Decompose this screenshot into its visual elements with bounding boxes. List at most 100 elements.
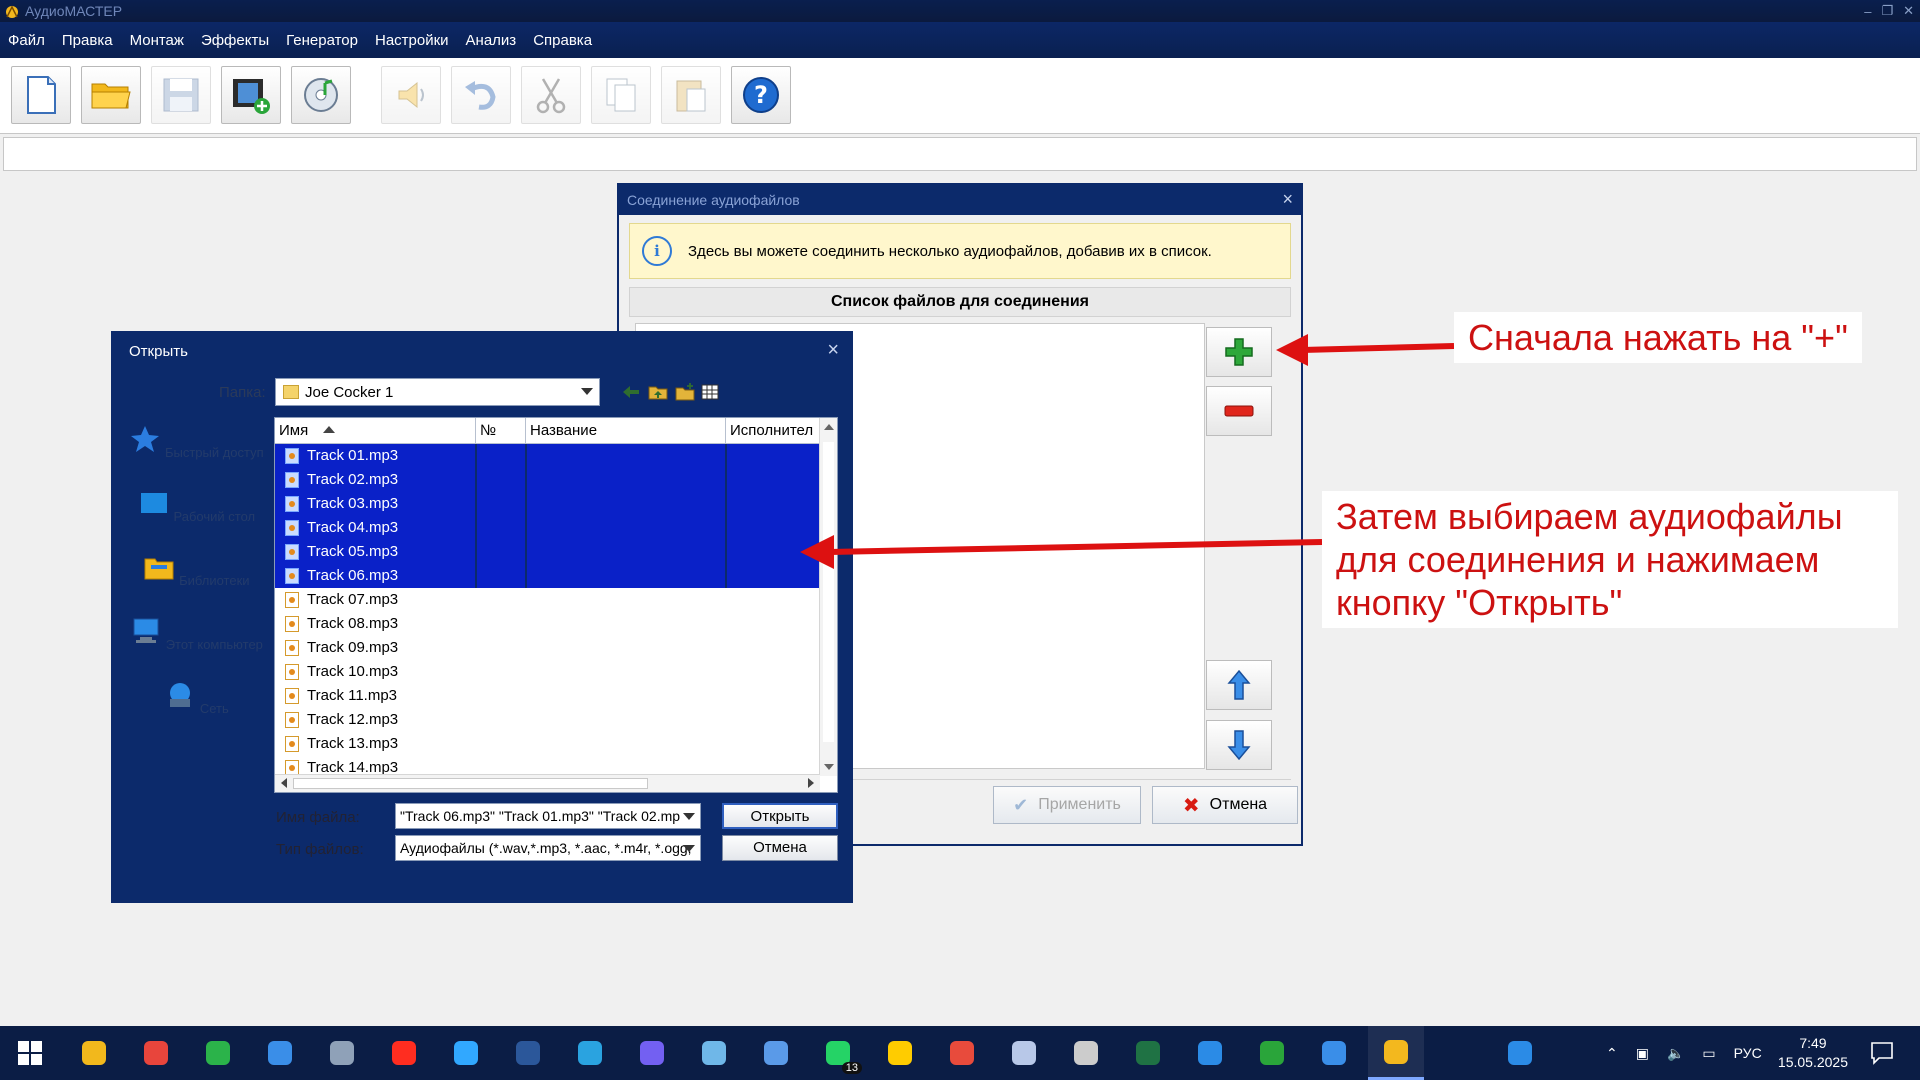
view-menu-icon[interactable]: [701, 382, 721, 402]
add-file-button[interactable]: [1206, 327, 1272, 377]
menu-help[interactable]: Справка: [533, 32, 592, 49]
folder-select[interactable]: Joe Cocker 1: [275, 378, 600, 406]
taskbar-green-c-app-button[interactable]: [190, 1026, 246, 1080]
menu-settings[interactable]: Настройки: [375, 32, 449, 49]
taskbar-viber-button[interactable]: [624, 1026, 680, 1080]
new-file-button[interactable]: [11, 66, 71, 124]
cd-music-button[interactable]: [291, 66, 351, 124]
column-artist[interactable]: Исполнител: [726, 418, 820, 444]
move-up-button[interactable]: [1206, 660, 1272, 710]
taskbar-audiomaster-button[interactable]: [1368, 1026, 1424, 1080]
taskbar-emoji-app-button[interactable]: [872, 1026, 928, 1080]
column-title[interactable]: Название: [526, 418, 726, 444]
taskbar-v-app-button[interactable]: [748, 1026, 804, 1080]
open-cancel-button[interactable]: Отмена: [722, 835, 838, 861]
network-tray-icon[interactable]: ▭: [1702, 1045, 1715, 1062]
taskbar-notebook-app-button[interactable]: [686, 1026, 742, 1080]
place-quick-access[interactable]: Быстрый доступ: [128, 425, 265, 460]
taskbar-photoshop-button[interactable]: [438, 1026, 494, 1080]
help-button[interactable]: ?: [731, 66, 791, 124]
file-row[interactable]: Track 11.mp3: [275, 684, 820, 708]
scroll-down-icon[interactable]: [824, 764, 834, 770]
language-indicator[interactable]: РУС: [1734, 1045, 1762, 1061]
maximize-icon[interactable]: ❐: [1881, 3, 1893, 19]
taskbar-word-button[interactable]: [500, 1026, 556, 1080]
scroll-left-icon[interactable]: [281, 778, 287, 788]
close-icon[interactable]: ✕: [1903, 3, 1914, 19]
place-desktop[interactable]: Рабочий стол: [128, 489, 265, 524]
move-down-button[interactable]: [1206, 720, 1272, 770]
remove-file-button[interactable]: [1206, 386, 1272, 436]
scroll-up-icon[interactable]: [824, 424, 834, 430]
taskbar-file-explorer-button[interactable]: [66, 1026, 122, 1080]
chevron-down-icon[interactable]: [683, 813, 695, 820]
taskbar-telegram-button[interactable]: [562, 1026, 618, 1080]
close-icon[interactable]: ×: [1282, 189, 1293, 210]
taskbar-clock[interactable]: 7:49 15.05.2025: [1778, 1034, 1848, 1072]
undo-button[interactable]: [451, 66, 511, 124]
open-button[interactable]: Открыть: [722, 803, 838, 829]
menu-effects[interactable]: Эффекты: [201, 32, 269, 49]
open-file-button[interactable]: [81, 66, 141, 124]
menu-montage[interactable]: Монтаж: [130, 32, 184, 49]
column-name[interactable]: Имя: [275, 418, 476, 444]
file-row[interactable]: Track 01.mp3: [275, 444, 820, 468]
filetype-select[interactable]: Аудиофайлы (*.wav,*.mp3, *.aac, *.m4r, *…: [395, 835, 701, 861]
horizontal-scrollbar[interactable]: [275, 774, 820, 792]
file-row[interactable]: Track 09.mp3: [275, 636, 820, 660]
menu-analysis[interactable]: Анализ: [466, 32, 517, 49]
file-row[interactable]: Track 06.mp3: [275, 564, 820, 588]
back-arrow-icon[interactable]: [621, 382, 641, 402]
apply-button[interactable]: ✔ Применить: [993, 786, 1141, 824]
taskbar-u-circle-button[interactable]: [1244, 1026, 1300, 1080]
close-icon[interactable]: ×: [827, 339, 839, 362]
file-row[interactable]: Track 04.mp3: [275, 516, 820, 540]
file-row[interactable]: Track 07.mp3: [275, 588, 820, 612]
tray-chevron-icon[interactable]: ⌃: [1606, 1045, 1618, 1062]
column-number[interactable]: №: [476, 418, 526, 444]
join-cancel-button[interactable]: ✖ Отмена: [1152, 786, 1298, 824]
taskbar-calculator-button[interactable]: [314, 1026, 370, 1080]
menu-file[interactable]: Файл: [8, 32, 45, 49]
place-libraries[interactable]: Библиотеки: [128, 553, 265, 588]
copy-button[interactable]: [591, 66, 651, 124]
up-folder-icon[interactable]: [648, 382, 668, 402]
taskbar-pen-app-button[interactable]: [996, 1026, 1052, 1080]
notification-icon[interactable]: [1870, 1041, 1894, 1065]
file-row[interactable]: Track 02.mp3: [275, 468, 820, 492]
taskbar-onedrive-button[interactable]: [1492, 1026, 1548, 1080]
file-row[interactable]: Track 12.mp3: [275, 708, 820, 732]
speaker-button[interactable]: [381, 66, 441, 124]
scroll-thumb[interactable]: [823, 442, 834, 742]
taskbar-display-app-button[interactable]: [1306, 1026, 1362, 1080]
chevron-down-icon[interactable]: [683, 845, 695, 852]
filename-input[interactable]: "Track 06.mp3" "Track 01.mp3" "Track 02.…: [395, 803, 701, 829]
taskbar-excel-button[interactable]: [1120, 1026, 1176, 1080]
vertical-scrollbar[interactable]: [819, 418, 837, 776]
file-row[interactable]: Track 03.mp3: [275, 492, 820, 516]
tray-device-icon[interactable]: ▣: [1636, 1045, 1649, 1062]
menu-generator[interactable]: Генератор: [286, 32, 358, 49]
file-row[interactable]: Track 10.mp3: [275, 660, 820, 684]
add-video-button[interactable]: [221, 66, 281, 124]
new-folder-icon[interactable]: [675, 382, 695, 402]
minimize-icon[interactable]: –: [1864, 4, 1871, 19]
place-network[interactable]: Сеть: [128, 681, 265, 716]
file-row[interactable]: Track 08.mp3: [275, 612, 820, 636]
taskbar-film-reel-button[interactable]: [1058, 1026, 1114, 1080]
file-row[interactable]: Track 05.mp3: [275, 540, 820, 564]
taskbar-colorwheel-app-button[interactable]: [934, 1026, 990, 1080]
scroll-thumb[interactable]: [293, 778, 648, 789]
cut-button[interactable]: [521, 66, 581, 124]
volume-icon[interactable]: 🔈: [1667, 1045, 1684, 1062]
taskbar-monitor-app-button[interactable]: [252, 1026, 308, 1080]
taskbar-yandex-button[interactable]: [376, 1026, 432, 1080]
scroll-right-icon[interactable]: [808, 778, 814, 788]
taskbar-start-button[interactable]: [2, 1026, 58, 1080]
taskbar-whatsapp-button[interactable]: 13: [810, 1026, 866, 1080]
place-this-pc[interactable]: Этот компьютер: [128, 617, 265, 652]
file-row[interactable]: Track 13.mp3: [275, 732, 820, 756]
menu-edit[interactable]: Правка: [62, 32, 113, 49]
save-button[interactable]: [151, 66, 211, 124]
paste-button[interactable]: [661, 66, 721, 124]
